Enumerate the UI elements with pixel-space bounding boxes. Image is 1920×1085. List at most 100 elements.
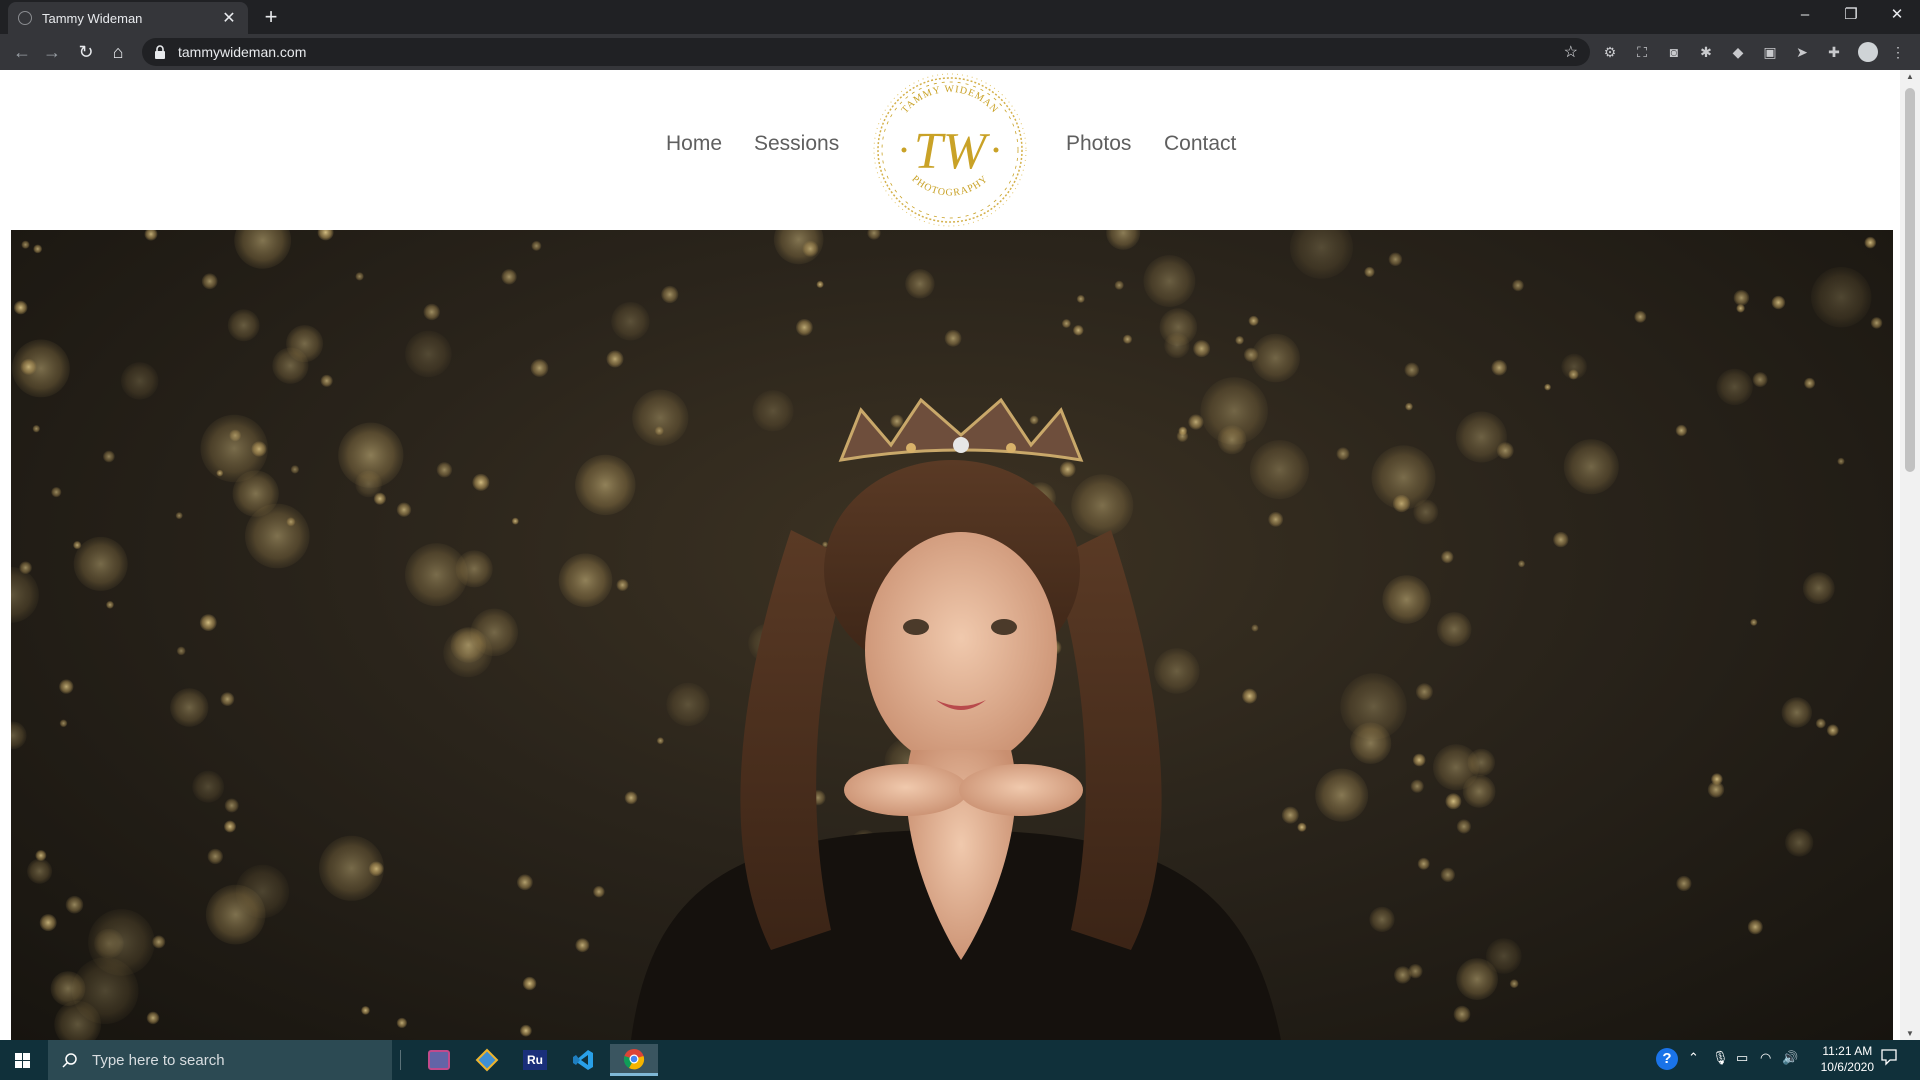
restore-button[interactable]: ❐ [1828, 0, 1874, 30]
bokeh-dot [1811, 267, 1872, 328]
hero-image [11, 230, 1883, 1040]
bokeh-dot [13, 300, 28, 315]
microphone-icon[interactable]: 🎙 [1712, 1050, 1729, 1066]
bokeh-dot [1804, 377, 1816, 389]
address-bar[interactable]: tammywideman.com ☆ [142, 38, 1590, 66]
scrollbar-thumb[interactable] [1905, 88, 1915, 472]
bokeh-dot [1456, 958, 1498, 1000]
notifications-icon[interactable] [1880, 1048, 1898, 1069]
bokeh-dot [1369, 906, 1395, 933]
scroll-down-arrow-icon[interactable]: ▼ [1900, 1029, 1920, 1038]
logo-monogram: TW [914, 123, 991, 180]
page-scrollbar[interactable]: ▲ ▼ [1900, 70, 1920, 1040]
chrome-icon[interactable] [610, 1044, 658, 1076]
address-url: tammywideman.com [178, 44, 307, 60]
bokeh-dot [593, 885, 605, 898]
rufus-icon[interactable]: Ru [511, 1044, 559, 1076]
bokeh-dot [1634, 310, 1647, 323]
bokeh-dot [1076, 294, 1085, 303]
volume-icon[interactable]: 🔊 [1782, 1050, 1798, 1066]
bokeh-dot [317, 230, 334, 241]
bokeh-dot [39, 914, 57, 932]
bokeh-dot [1268, 512, 1284, 527]
tab-title: Tammy Wideman [42, 10, 143, 26]
logo-top-text: TAMMY WIDEMAN [900, 84, 1001, 116]
bokeh-dot [531, 240, 542, 251]
hero-photo [11, 230, 1893, 1040]
extension-box-icon[interactable]: ▣ [1762, 44, 1778, 60]
bokeh-dot [1509, 979, 1519, 989]
bokeh-dot [1029, 415, 1039, 425]
profile-avatar-icon[interactable] [1858, 42, 1878, 62]
extension-camera-icon[interactable]: ◙ [1666, 44, 1682, 60]
bokeh-dot [1382, 575, 1431, 624]
bokeh-dot [1870, 317, 1883, 329]
extension-screenshot-icon[interactable]: ⛶ [1634, 44, 1650, 60]
bokeh-dot [361, 1006, 370, 1015]
bokeh-dot [1436, 612, 1472, 647]
battery-icon[interactable]: ▭ [1736, 1050, 1748, 1066]
help-icon[interactable]: ? [1656, 1048, 1678, 1070]
bokeh-dot [1154, 648, 1200, 694]
browser-tab[interactable]: Tammy Wideman ✕ [8, 2, 248, 34]
new-tab-button[interactable]: + [258, 4, 284, 30]
bokeh-dot [1061, 319, 1071, 328]
bokeh-dot [1747, 919, 1763, 935]
taskbar-search-box[interactable]: Type here to search [48, 1040, 392, 1080]
home-icon[interactable]: ⌂ [106, 40, 130, 64]
bokeh-dot [1413, 499, 1439, 525]
extension-gear-icon[interactable]: ⚙ [1602, 44, 1618, 60]
vscode-icon[interactable] [559, 1044, 607, 1076]
web-page: Home Sessions Photos Contact TAMMY WIDEM… [0, 70, 1920, 1040]
nav-home-link[interactable]: Home [666, 132, 722, 156]
extensions-puzzle-icon[interactable]: ✚ [1826, 44, 1842, 60]
extension-settings-icon[interactable]: ✱ [1698, 44, 1714, 60]
site-logo[interactable]: TAMMY WIDEMAN PHOTOGRAPHY TW [852, 70, 1048, 230]
bokeh-dot [752, 390, 794, 432]
bokeh-dot [220, 692, 235, 706]
nav-contact-link[interactable]: Contact [1164, 132, 1236, 156]
bokeh-dot [21, 240, 30, 249]
back-arrow-icon[interactable]: ← [10, 40, 34, 64]
tab-close-icon[interactable]: ✕ [220, 8, 238, 28]
show-hidden-icons-chevron-icon[interactable]: ⌃ [1688, 1050, 1699, 1066]
bokeh-dot [176, 646, 186, 656]
bokeh-dot [1518, 560, 1525, 568]
bokeh-dot [1417, 857, 1430, 870]
minimize-button[interactable]: – [1782, 0, 1828, 30]
bookmark-star-icon[interactable]: ☆ [1564, 42, 1578, 62]
bokeh-dot [1563, 439, 1619, 495]
bokeh-dot [1297, 822, 1307, 832]
start-button[interactable] [0, 1040, 46, 1080]
bokeh-dot [290, 465, 300, 474]
close-window-button[interactable]: ✕ [1874, 0, 1920, 30]
bokeh-dot [227, 309, 260, 342]
browser-toolbar: ← → ↻ ⌂ tammywideman.com ☆ ⚙ ⛶ ◙ ✱ ◆ ▣ ➤… [0, 34, 1920, 70]
bokeh-dot [944, 329, 962, 347]
teams-icon[interactable] [415, 1044, 463, 1076]
bokeh-dot [1405, 402, 1413, 411]
bokeh-dot [207, 848, 223, 865]
bokeh-dot [103, 450, 115, 463]
bokeh-dot [423, 303, 440, 321]
bokeh-dot [1250, 440, 1309, 500]
extension-tag-icon[interactable]: ◆ [1730, 44, 1746, 60]
bokeh-dot [606, 350, 624, 368]
bokeh-dot [199, 614, 217, 631]
system-clock[interactable]: 11:21 AM 10/6/2020 [1821, 1043, 1874, 1075]
bokeh-dot [575, 938, 590, 953]
extension-cursor-icon[interactable]: ➤ [1794, 44, 1810, 60]
windows-taskbar: Type here to search Ru ? ⌃ 🎙 ▭ ◠ 🔊 11:21… [0, 1040, 1920, 1080]
bokeh-dot [224, 820, 236, 833]
nav-sessions-link[interactable]: Sessions [754, 132, 839, 156]
scroll-up-arrow-icon[interactable]: ▲ [1900, 72, 1920, 81]
wifi-icon[interactable]: ◠ [1760, 1050, 1771, 1066]
browser-menu-icon[interactable]: ⋮ [1890, 44, 1906, 60]
nav-photos-link[interactable]: Photos [1066, 132, 1131, 156]
forward-arrow-icon[interactable]: → [40, 40, 64, 64]
bokeh-dot [472, 473, 490, 491]
bokeh-dot [890, 414, 904, 428]
git-icon[interactable] [463, 1044, 511, 1076]
reload-icon[interactable]: ↻ [74, 40, 98, 64]
bokeh-dot [1445, 793, 1462, 810]
